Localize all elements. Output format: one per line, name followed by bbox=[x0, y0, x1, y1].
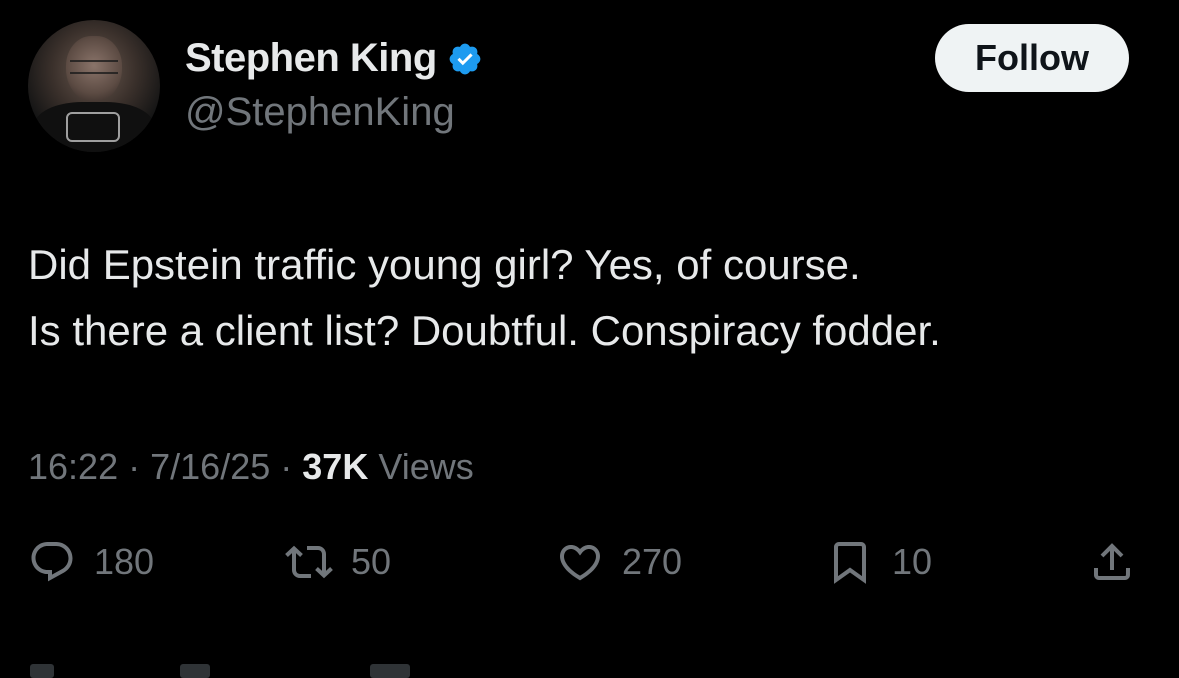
tweet-header: Stephen King @StephenKing Follow bbox=[28, 20, 1129, 152]
views-count: 37K bbox=[302, 446, 369, 487]
views-label: Views bbox=[378, 446, 474, 487]
bookmark-icon bbox=[834, 542, 866, 584]
reply-count: 180 bbox=[94, 541, 155, 582]
retweet-button[interactable]: 50 bbox=[285, 538, 391, 586]
tweet-text: Did Epstein traffic young girl? Yes, of … bbox=[28, 232, 1158, 364]
avatar[interactable] bbox=[28, 20, 160, 152]
reply-button[interactable]: 180 bbox=[28, 538, 154, 586]
action-bar: 180 50 270 10 bbox=[0, 538, 1179, 602]
bookmark-count: 10 bbox=[892, 541, 933, 582]
follow-button[interactable]: Follow bbox=[935, 24, 1129, 92]
tweet-time[interactable]: 16:22 bbox=[28, 446, 118, 487]
retweet-icon bbox=[285, 545, 333, 579]
meta-separator: · bbox=[128, 446, 141, 487]
tweet-meta: 16:22 · 7/16/25 · 37K Views bbox=[28, 446, 474, 488]
author-name[interactable]: Stephen King bbox=[185, 36, 437, 81]
tweet-text-line: Is there a client list? Doubtful. Conspi… bbox=[28, 307, 941, 354]
heart-icon bbox=[559, 545, 601, 581]
like-count: 270 bbox=[622, 541, 683, 582]
retweet-count: 50 bbox=[351, 541, 392, 582]
share-button[interactable] bbox=[1088, 538, 1136, 586]
meta-separator: · bbox=[280, 446, 293, 487]
reply-icon bbox=[31, 542, 73, 582]
author-handle[interactable]: @StephenKing bbox=[185, 90, 455, 135]
tweet-text-line: Did Epstein traffic young girl? Yes, of … bbox=[28, 241, 861, 288]
tweet-date[interactable]: 7/16/25 bbox=[150, 446, 270, 487]
author-name-row: Stephen King bbox=[185, 36, 483, 81]
like-button[interactable]: 270 bbox=[556, 538, 682, 586]
share-icon bbox=[1094, 543, 1130, 580]
bookmark-button[interactable]: 10 bbox=[826, 538, 932, 586]
verified-badge-icon bbox=[449, 43, 481, 74]
